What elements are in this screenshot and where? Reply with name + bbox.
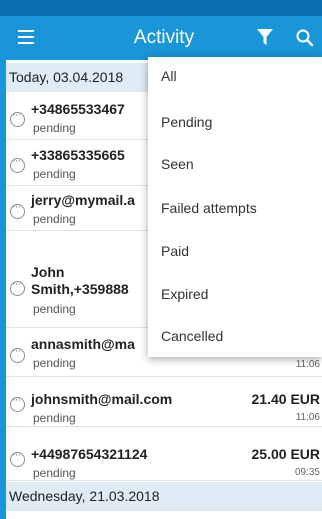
- payment-status: pending: [33, 302, 76, 316]
- contact-name: +34865533467: [31, 101, 125, 117]
- timestamp: 09:35: [294, 467, 320, 478]
- payment-status: pending: [33, 212, 76, 226]
- payment-status: pending: [33, 411, 76, 425]
- contact-name: +33865335665: [31, 147, 125, 163]
- payment-amount: 25.00 EUR: [251, 446, 320, 462]
- date-header: Wednesday, 21.03.2018: [6, 482, 322, 511]
- contact-name-first: John: [31, 264, 65, 280]
- pending-dots-circle-icon: [10, 109, 25, 127]
- filter-funnel-icon[interactable]: [255, 27, 275, 47]
- filter-dropdown-menu: All Pending Seen Failed attempts Paid Ex…: [148, 57, 322, 357]
- contact-name: jerry@mymail.a: [31, 192, 135, 208]
- timestamp: 11:06: [295, 359, 320, 370]
- payment-status: pending: [33, 121, 76, 135]
- payment-status: pending: [33, 466, 76, 480]
- pending-dots-circle-icon: [10, 394, 25, 412]
- contact-name: johnsmith@mail.com: [31, 391, 173, 407]
- app-screen: Activity Today, 03.04.2018 +34865533467 …: [0, 0, 322, 519]
- pending-dots-circle-icon: [10, 278, 25, 296]
- filter-option-all[interactable]: All: [161, 68, 177, 84]
- contact-name: +44987654321124: [31, 446, 148, 462]
- pending-dots-circle-icon: [10, 155, 25, 173]
- pending-dots-circle-icon: [10, 201, 25, 219]
- pending-dots-circle-icon: [10, 345, 25, 363]
- payment-amount: 21.40 EUR: [251, 391, 320, 407]
- app-bar: Activity: [6, 16, 322, 60]
- timestamp: 11:06: [295, 412, 320, 423]
- filter-option-pending[interactable]: Pending: [161, 114, 212, 130]
- payment-status: pending: [33, 356, 76, 370]
- filter-option-expired[interactable]: Expired: [161, 286, 208, 302]
- list-item[interactable]: +44987654321124 pending 25.00 EUR 09:35: [6, 427, 322, 481]
- contact-name-second: Smith,+359888: [31, 281, 129, 297]
- pending-dots-circle-icon: [10, 449, 25, 467]
- payment-status: pending: [33, 167, 76, 181]
- list-item[interactable]: johnsmith@mail.com pending 21.40 EUR 11:…: [6, 377, 322, 427]
- filter-option-paid[interactable]: Paid: [161, 243, 189, 259]
- filter-option-cancelled[interactable]: Cancelled: [161, 328, 223, 344]
- contact-name: annasmith@ma: [31, 336, 135, 352]
- search-icon[interactable]: [294, 27, 316, 49]
- filter-option-failed-attempts[interactable]: Failed attempts: [161, 200, 257, 216]
- filter-option-seen[interactable]: Seen: [161, 156, 194, 172]
- status-bar: [0, 0, 322, 16]
